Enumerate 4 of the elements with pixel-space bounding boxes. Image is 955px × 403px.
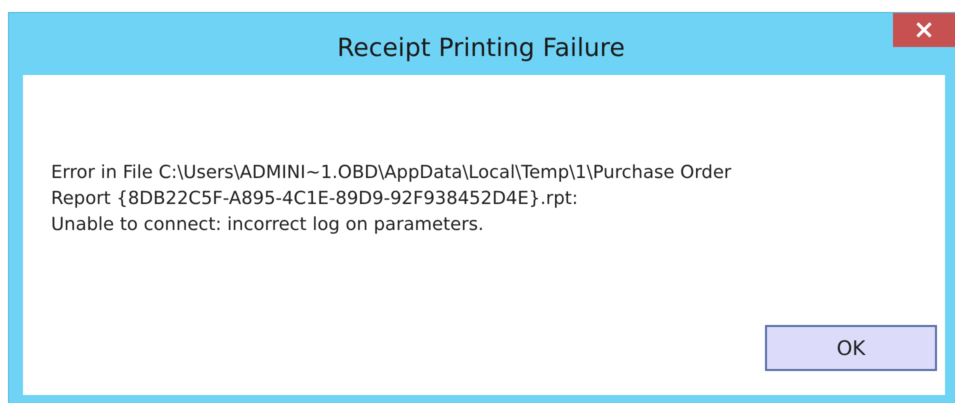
close-button[interactable]: ×	[893, 13, 955, 47]
window-title: Receipt Printing Failure	[337, 32, 625, 64]
ok-button[interactable]: OK	[765, 325, 937, 371]
error-message: Error in File C:\Users\ADMINI~1.OBD\AppData\Local\Temp\1\Purchase Order Report {8DB22C5F-A895-4C1E-89D9-92F938452D4E}.rpt: Unable to connect: incorrect log on parameters.	[51, 161, 732, 237]
